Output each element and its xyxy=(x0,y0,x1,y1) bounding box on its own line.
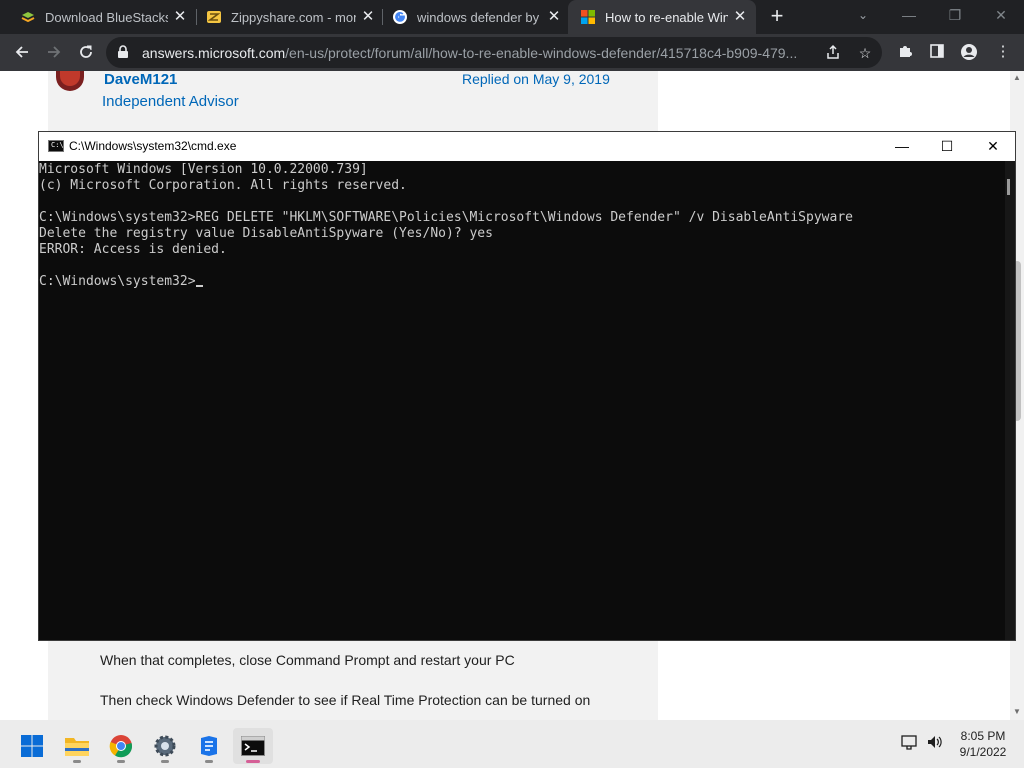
google-icon xyxy=(392,9,408,25)
console-line: C:\Windows\system32>REG DELETE "HKLM\SOF… xyxy=(39,210,853,225)
taskbar-command-prompt[interactable] xyxy=(233,728,273,764)
chrome-icon xyxy=(109,735,133,758)
tab-strip: Download BlueStacks - ✕ Zippyshare.com -… xyxy=(0,0,1024,34)
menu-kebab-icon[interactable]: ⋮ xyxy=(994,43,1012,61)
tab-title: How to re-enable Wind xyxy=(605,9,728,25)
cmd-minimize-button[interactable]: — xyxy=(879,132,925,161)
volume-icon[interactable] xyxy=(926,734,944,755)
clock-time: 8:05 PM xyxy=(960,729,1006,743)
tab-title: windows defender by n xyxy=(417,9,542,25)
app-icon xyxy=(201,736,217,756)
text-cursor xyxy=(195,285,203,287)
bookmark-star-icon[interactable]: ☆ xyxy=(856,44,874,62)
lock-icon[interactable] xyxy=(117,45,129,59)
running-indicator xyxy=(161,760,169,763)
network-icon[interactable] xyxy=(901,734,919,755)
running-indicator xyxy=(73,760,81,763)
reply-date: Replied on May 9, 2019 xyxy=(462,71,610,87)
console-prompt: C:\Windows\system32> xyxy=(39,274,196,289)
url-path: /en-us/protect/forum/all/how-to-re-enabl… xyxy=(285,45,798,61)
url-text[interactable]: answers.microsoft.com/en-us/protect/foru… xyxy=(142,45,822,61)
running-indicator xyxy=(246,760,260,763)
cmd-titlebar[interactable]: C:\ C:\Windows\system32\cmd.exe — ☐ ✕ xyxy=(39,132,1015,161)
back-arrow-icon[interactable] xyxy=(10,40,34,64)
console-line: Delete the registry value DisableAntiSpy… xyxy=(39,226,493,241)
scroll-up-arrow-icon[interactable]: ▲ xyxy=(1012,73,1022,82)
close-tab-icon[interactable]: ✕ xyxy=(546,9,562,25)
close-tab-icon[interactable]: ✕ xyxy=(732,9,748,25)
console-line: Microsoft Windows [Version 10.0.22000.73… xyxy=(39,162,368,177)
forward-arrow-icon[interactable] xyxy=(42,40,66,64)
restore-window-button[interactable]: ❐ xyxy=(932,0,978,32)
author-role: Independent Advisor xyxy=(102,93,239,110)
close-window-button[interactable]: ✕ xyxy=(978,0,1024,32)
url-host: answers.microsoft.com xyxy=(142,45,286,61)
share-icon[interactable] xyxy=(824,44,842,62)
profile-icon[interactable] xyxy=(960,43,978,61)
console-prompt-line[interactable]: C:\Windows\system32> xyxy=(39,274,1005,290)
taskbar-file-explorer[interactable] xyxy=(57,728,97,764)
cmd-scrollbar-thumb[interactable] xyxy=(1007,179,1010,195)
tab-bluestacks[interactable]: Download BlueStacks - ✕ xyxy=(0,0,196,34)
file-explorer-icon xyxy=(65,738,89,756)
start-icon xyxy=(21,735,43,757)
avatar[interactable] xyxy=(54,71,86,91)
close-tab-icon[interactable]: ✕ xyxy=(172,9,188,25)
tab-search-chevron-icon[interactable]: ⌄ xyxy=(855,8,871,24)
taskbar-settings[interactable] xyxy=(145,728,185,764)
running-indicator xyxy=(117,760,125,763)
bluestacks-icon xyxy=(20,9,36,25)
clock-date: 9/1/2022 xyxy=(959,745,1007,759)
tab-title: Zippyshare.com - mon xyxy=(231,9,356,25)
microsoft-icon xyxy=(580,9,596,25)
console-line: ERROR: Access is denied. xyxy=(39,242,227,257)
console-line: (c) Microsoft Corporation. All rights re… xyxy=(39,178,407,193)
console-output[interactable]: Microsoft Windows [Version 10.0.22000.73… xyxy=(39,161,1005,640)
author-name-link[interactable]: DaveM121 xyxy=(104,71,177,88)
tab-zippyshare[interactable]: Zippyshare.com - mon ✕ xyxy=(188,0,384,34)
cmd-title: C:\Windows\system32\cmd.exe xyxy=(69,139,237,153)
scroll-down-arrow-icon[interactable]: ▼ xyxy=(1012,707,1022,716)
address-bar[interactable]: answers.microsoft.com/en-us/protect/foru… xyxy=(106,37,882,68)
terminal-icon xyxy=(241,736,265,756)
cmd-window[interactable]: C:\ C:\Windows\system32\cmd.exe — ☐ ✕ Mi… xyxy=(38,131,1016,641)
tab-microsoft-answers[interactable]: How to re-enable Wind ✕ xyxy=(568,0,756,34)
taskbar-chrome[interactable] xyxy=(101,728,141,764)
taskbar: 8:05 PM 9/1/2022 xyxy=(0,720,1024,768)
cmd-maximize-button[interactable]: ☐ xyxy=(924,132,970,161)
settings-icon xyxy=(154,735,176,757)
reply-text-line: Then check Windows Defender to see if Re… xyxy=(100,692,591,708)
cmd-scrollbar[interactable] xyxy=(1005,161,1015,640)
extensions-icon[interactable] xyxy=(896,43,914,61)
tab-google-search[interactable]: windows defender by n ✕ xyxy=(376,0,570,34)
taskbar-clock[interactable]: 8:05 PM 9/1/2022 xyxy=(950,728,1016,760)
taskbar-app[interactable] xyxy=(189,728,229,764)
reload-icon[interactable] xyxy=(74,40,98,64)
zippyshare-icon xyxy=(206,9,222,25)
reply-text-line: When that completes, close Command Promp… xyxy=(100,652,515,668)
new-tab-button[interactable]: + xyxy=(767,5,787,27)
browser-toolbar: answers.microsoft.com/en-us/protect/foru… xyxy=(0,34,1024,71)
minimize-window-button[interactable]: — xyxy=(886,0,932,32)
cmd-app-icon: C:\ xyxy=(48,140,64,152)
tab-title: Download BlueStacks - xyxy=(45,9,168,25)
start-button[interactable] xyxy=(12,728,52,764)
cmd-close-button[interactable]: ✕ xyxy=(970,132,1016,161)
side-panel-icon[interactable] xyxy=(928,43,946,61)
running-indicator xyxy=(205,760,213,763)
close-tab-icon[interactable]: ✕ xyxy=(360,9,376,25)
